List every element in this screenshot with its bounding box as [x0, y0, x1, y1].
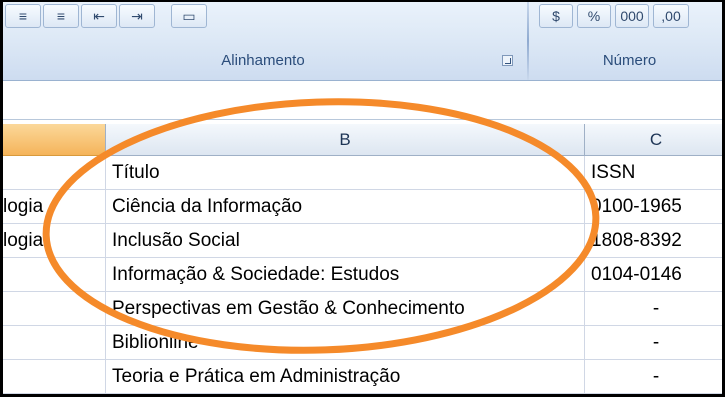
- cell-a[interactable]: logia: [3, 224, 106, 258]
- column-header-b[interactable]: B: [106, 124, 585, 156]
- cell-c[interactable]: 0104-0146: [585, 258, 722, 292]
- cell-a[interactable]: logia: [3, 190, 106, 224]
- increase-indent-button[interactable]: ⇥: [119, 4, 155, 28]
- table-row: Título ISSN: [3, 156, 722, 190]
- align-center-button[interactable]: ≡: [43, 4, 79, 28]
- table-row: Informação & Sociedade: Estudos 0104-014…: [3, 258, 722, 292]
- cell-b[interactable]: Biblionline: [106, 326, 585, 360]
- comma-format-button[interactable]: 000: [615, 4, 649, 28]
- cell-b[interactable]: Título: [106, 156, 585, 190]
- cell-c[interactable]: -: [585, 326, 722, 360]
- number-group-label: Número: [602, 52, 657, 69]
- percent-format-button[interactable]: %: [577, 4, 611, 28]
- cell-a[interactable]: [3, 258, 106, 292]
- ribbon-tools-row: ≡ ≡ ⇤ ⇥ ▭ $ % 000 ,00: [3, 2, 722, 32]
- increase-decimal-button[interactable]: ,00: [653, 4, 689, 28]
- cell-a[interactable]: [3, 326, 106, 360]
- table-row: Teoria e Prática em Administração -: [3, 360, 722, 394]
- cell-b[interactable]: Inclusão Social: [106, 224, 585, 258]
- cell-c[interactable]: ISSN: [585, 156, 722, 190]
- dialog-launcher-icon[interactable]: [502, 55, 513, 66]
- ribbon-group-separator: [527, 2, 529, 80]
- cell-a[interactable]: [3, 156, 106, 190]
- column-header-a[interactable]: [3, 124, 106, 156]
- cell-b[interactable]: Informação & Sociedade: Estudos: [106, 258, 585, 292]
- cell-b[interactable]: Ciência da Informação: [106, 190, 585, 224]
- cell-c[interactable]: -: [585, 292, 722, 326]
- cell-c[interactable]: 1808-8392: [585, 224, 722, 258]
- ribbon: ≡ ≡ ⇤ ⇥ ▭ $ % 000 ,00 Alinhamento Número: [3, 2, 722, 81]
- column-header-c[interactable]: C: [585, 124, 722, 156]
- currency-format-button[interactable]: $: [539, 4, 573, 28]
- cell-c[interactable]: -: [585, 360, 722, 394]
- cell-a[interactable]: [3, 292, 106, 326]
- cell-b[interactable]: Perspectivas em Gestão & Conhecimento: [106, 292, 585, 326]
- cell-c[interactable]: 0100-1965: [585, 190, 722, 224]
- table-row: Biblionline -: [3, 326, 722, 360]
- table-row: logia Ciência da Informação 0100-1965: [3, 190, 722, 224]
- cell-a[interactable]: [3, 360, 106, 394]
- table-row: logia Inclusão Social 1808-8392: [3, 224, 722, 258]
- formula-bar: [3, 81, 722, 120]
- table-row: Perspectivas em Gestão & Conhecimento -: [3, 292, 722, 326]
- merge-cells-button[interactable]: ▭: [171, 4, 207, 28]
- screenshot-frame: ≡ ≡ ⇤ ⇥ ▭ $ % 000 ,00 Alinhamento Número…: [0, 0, 725, 397]
- decrease-indent-button[interactable]: ⇤: [81, 4, 117, 28]
- formula-input[interactable]: [3, 81, 722, 119]
- align-left-button[interactable]: ≡: [5, 4, 41, 28]
- cell-b[interactable]: Teoria e Prática em Administração: [106, 360, 585, 394]
- alignment-group-label: Alinhamento: [221, 52, 305, 69]
